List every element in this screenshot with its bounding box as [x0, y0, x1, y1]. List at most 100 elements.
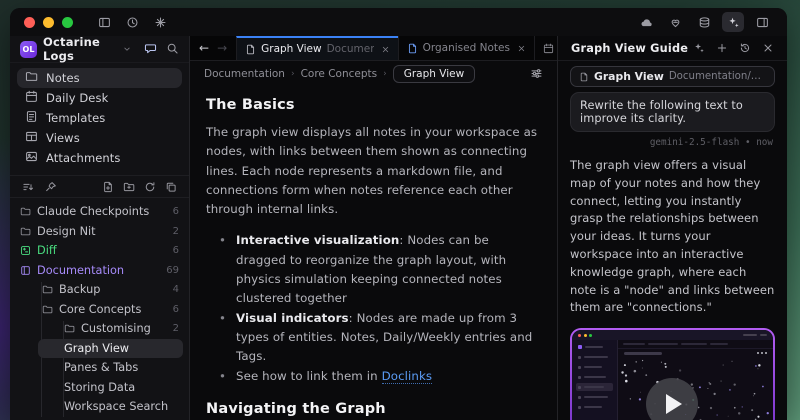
- model-name: gemini-2.5-flash: [650, 137, 740, 148]
- tree-item-design-nit[interactable]: Design Nit2: [10, 222, 189, 242]
- outline-options-icon[interactable]: [530, 67, 543, 80]
- doclinks-link[interactable]: Doclinks: [382, 369, 433, 384]
- copy-icon[interactable]: [165, 181, 177, 193]
- calendar-icon: [543, 43, 554, 54]
- context-note-chip[interactable]: Graph View Documentation/Core Concepts: [570, 66, 775, 87]
- history-icon[interactable]: [739, 42, 751, 54]
- refresh-icon[interactable]: [144, 181, 156, 193]
- sidebar-item-templates[interactable]: Templates: [17, 108, 182, 128]
- preview-tab: [681, 343, 707, 346]
- note-count-badge: 69: [166, 265, 179, 276]
- sidebar-item-attachments[interactable]: Attachments: [17, 148, 182, 168]
- folder-icon: [42, 284, 53, 295]
- tree-item-storing-data[interactable]: Storing Data: [10, 378, 189, 398]
- tree-item-backup[interactable]: Backup4: [10, 280, 189, 300]
- file-icon: [407, 43, 418, 54]
- note-content: The Basics The graph view displays all n…: [190, 86, 557, 420]
- assistant-response: The graph view offers a visual map of yo…: [570, 157, 775, 317]
- tree-item-label: Core Concepts: [59, 303, 141, 316]
- book-icon: [20, 265, 31, 276]
- sidebar-item-daily-desk[interactable]: Daily Desk: [17, 88, 182, 108]
- preview-sidebar-row: [576, 363, 613, 371]
- assistant-panel: Graph View Guide Graph View Documentatio…: [558, 36, 787, 420]
- database-icon[interactable]: [693, 12, 715, 32]
- clock-icon[interactable]: [121, 12, 143, 32]
- search-icon[interactable]: [166, 40, 179, 59]
- tree-item-label: Graph View: [64, 342, 129, 355]
- file-plus-icon[interactable]: [102, 181, 114, 193]
- sort-icon[interactable]: [22, 181, 34, 193]
- user-prompt-bubble: Rewrite the following text to improve it…: [570, 92, 775, 132]
- tree-item-label: Diff: [37, 244, 57, 257]
- bullet-item: Interactive visualization: Nodes can be …: [206, 231, 541, 308]
- bullet-bold: Interactive visualization: [236, 233, 399, 247]
- preview-tab: [648, 343, 678, 346]
- tab-bar: ← → Graph ViewDocumentationOrganised Not…: [190, 36, 557, 61]
- sidebar-item-label: Views: [46, 131, 80, 145]
- back-arrow-button[interactable]: ←: [199, 42, 209, 54]
- tree-item-label: Panes & Tabs: [64, 361, 138, 374]
- note-count-badge: 2: [173, 323, 179, 334]
- calendar-icon: [25, 90, 38, 106]
- sidebar: OL Octarine Logs NotesDaily DeskTemplate…: [10, 36, 190, 420]
- tab-organised-notes[interactable]: Organised Notes: [398, 36, 534, 60]
- forward-arrow-button[interactable]: →: [217, 42, 227, 54]
- bullet-bold: Visual indicators: [236, 311, 349, 325]
- tree-item-label: Customising: [81, 322, 151, 335]
- breadcrumb-item[interactable]: Core Concepts: [301, 68, 378, 80]
- preview-graph-area: [618, 340, 773, 420]
- bullet-text: See how to link them in: [236, 369, 382, 383]
- sidebar-item-label: Attachments: [46, 151, 121, 165]
- pin-icon[interactable]: [45, 181, 57, 193]
- folder-icon: [25, 70, 38, 86]
- close-tab-icon[interactable]: [381, 45, 390, 54]
- titlebar-left-icons: [93, 12, 171, 32]
- template-icon: [25, 110, 38, 126]
- plus-icon[interactable]: [716, 42, 728, 54]
- model-meta: gemini-2.5-flash • now: [572, 137, 773, 148]
- panel-right-icon[interactable]: [751, 12, 773, 32]
- sparkles-icon[interactable]: [693, 42, 705, 54]
- preview-tabbar: [618, 340, 773, 349]
- panel-left-icon[interactable]: [93, 12, 115, 32]
- tab-graph-view[interactable]: Graph ViewDocumentation: [236, 36, 397, 60]
- tree-item-customising[interactable]: Customising 2: [10, 319, 189, 339]
- tree-item-core-concepts[interactable]: Core Concepts6: [10, 300, 189, 320]
- note-count-badge: 6: [173, 206, 179, 217]
- breadcrumb-item[interactable]: Documentation: [204, 68, 285, 80]
- sidebar-item-notes[interactable]: Notes: [17, 68, 182, 88]
- minimize-window-button[interactable]: [43, 17, 54, 28]
- section-heading: The Basics: [206, 97, 541, 113]
- tree-item-panes-tabs[interactable]: Panes & Tabs: [10, 358, 189, 378]
- tab-subtitle: Documentation: [327, 43, 374, 55]
- note-count-badge: 2: [173, 226, 179, 237]
- assistant-title: Graph View Guide: [571, 42, 688, 55]
- close-tab-icon[interactable]: [517, 44, 526, 53]
- tree-item-daily-desk[interactable]: Daily Desk3: [10, 417, 189, 420]
- cloud-icon[interactable]: [635, 12, 657, 32]
- titlebar-right-icons: [635, 12, 773, 32]
- community-icon[interactable]: [664, 12, 686, 32]
- close-window-button[interactable]: [24, 17, 35, 28]
- appearance-icon[interactable]: [149, 12, 171, 32]
- tree-item-diff[interactable]: Diff6: [10, 241, 189, 261]
- tree-item-documentation[interactable]: Documentation69: [10, 261, 189, 281]
- folder-plus-icon[interactable]: [123, 181, 135, 193]
- note-title-input[interactable]: Graph View: [393, 65, 475, 83]
- play-button[interactable]: [646, 378, 698, 420]
- tree-item-workspace-search[interactable]: Workspace Search: [10, 397, 189, 417]
- workspace-switcher[interactable]: OL Octarine Logs: [10, 36, 189, 63]
- sidebar-item-views[interactable]: Views: [17, 128, 182, 148]
- sidebar-nav: NotesDaily DeskTemplates Views Attachments: [10, 63, 189, 172]
- tree-item-graph-view[interactable]: Graph View: [38, 339, 183, 359]
- video-preview[interactable]: [570, 328, 775, 420]
- file-icon: [579, 72, 589, 82]
- preview-sidebar-row: [576, 353, 613, 361]
- sparkles-icon[interactable]: [722, 12, 744, 32]
- play-icon: [666, 394, 682, 414]
- zoom-window-button[interactable]: [62, 17, 73, 28]
- sidebar-toolbar: [10, 175, 189, 198]
- close-icon[interactable]: [762, 42, 774, 54]
- tree-item-claude-checkpoints[interactable]: Claude Checkpoints6: [10, 202, 189, 222]
- feedback-icon[interactable]: [144, 40, 157, 59]
